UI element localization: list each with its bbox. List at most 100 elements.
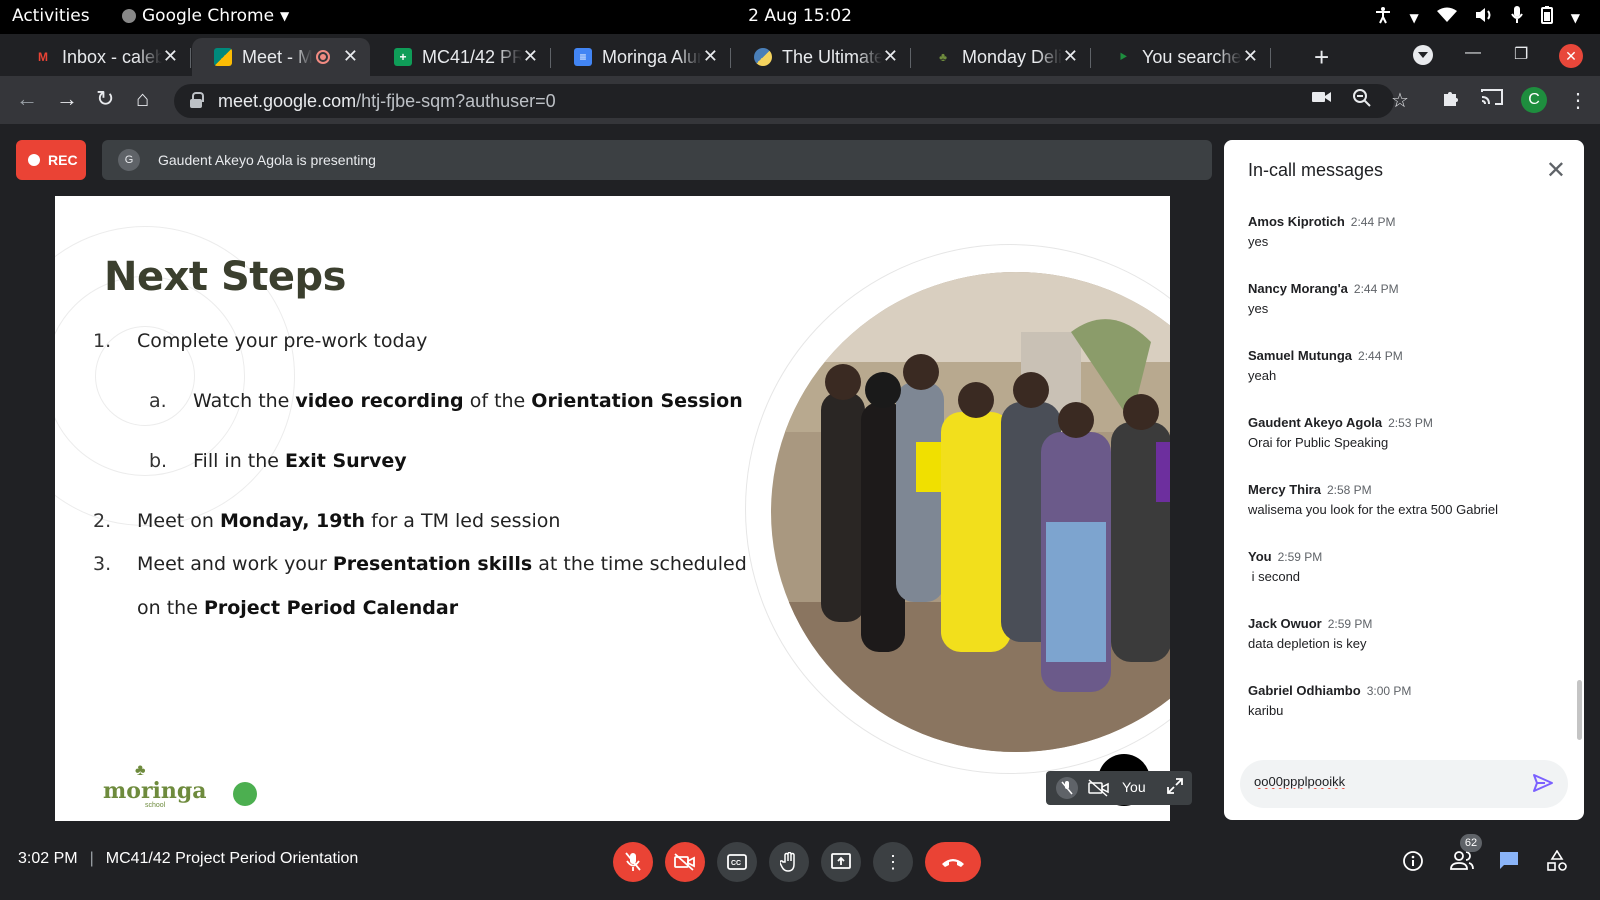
- close-icon[interactable]: ✕: [523, 46, 538, 67]
- activities-button[interactable]: [1546, 849, 1568, 878]
- activities-button[interactable]: Activities: [12, 6, 90, 26]
- more-options-button[interactable]: ⋮: [873, 842, 913, 882]
- message-time: 2:44 PM: [1358, 349, 1403, 363]
- captions-icon: CC: [727, 854, 747, 870]
- text-run: Meet on: [137, 510, 220, 532]
- camera-in-use-icon[interactable]: [1312, 88, 1332, 111]
- mic-toggle-button[interactable]: [613, 842, 653, 882]
- message-time: 2:58 PM: [1326, 483, 1372, 497]
- participants-button[interactable]: [1450, 850, 1474, 876]
- home-icon[interactable]: ⌂: [136, 86, 149, 112]
- tab-title: You searched: [1142, 46, 1242, 67]
- forward-icon[interactable]: →: [56, 86, 78, 112]
- participant-count-badge: 62: [1460, 834, 1482, 852]
- list-number: 2.: [93, 510, 112, 532]
- tab-title: MC41/42 PROJECT: [422, 46, 522, 67]
- list-item-continued: on the Project Period Calendar: [137, 597, 458, 619]
- tab-gmail[interactable]: M Inbox - caleb ✕: [12, 38, 191, 76]
- minimize-icon[interactable]: —: [1465, 44, 1481, 62]
- sheets-icon: +: [394, 48, 412, 66]
- meeting-title: MC41/42 Project Period Orientation: [105, 850, 359, 867]
- close-icon[interactable]: ✕: [703, 46, 718, 67]
- list-subitem: Watch the video recording of the Orienta…: [193, 390, 743, 412]
- self-view-tile[interactable]: You: [1046, 771, 1192, 805]
- restore-icon[interactable]: ❐: [1514, 44, 1528, 64]
- text-run: for a TM led session: [365, 510, 561, 532]
- close-icon[interactable]: ✕: [883, 46, 898, 67]
- tab-divider: [910, 48, 911, 68]
- record-dot-icon: [28, 154, 40, 166]
- back-icon[interactable]: ←: [16, 86, 38, 112]
- message-sender: Nancy Morang'a: [1248, 281, 1348, 296]
- send-icon[interactable]: [1532, 772, 1554, 794]
- bookmark-star-icon[interactable]: ☆: [1391, 88, 1409, 113]
- close-icon[interactable]: ✕: [163, 46, 178, 67]
- message-time: 2:44 PM: [1350, 215, 1396, 229]
- current-time: 3:02 PM: [18, 850, 78, 867]
- chat-message: You 2:59 PM i second: [1248, 549, 1568, 584]
- chat-message: Samuel Mutunga 2:44 PM yeah: [1248, 348, 1568, 383]
- expand-icon[interactable]: [1166, 777, 1184, 798]
- tab-divider: [550, 48, 551, 68]
- close-icon[interactable]: ✕: [343, 46, 358, 67]
- chat-scrollbar[interactable]: [1577, 680, 1582, 740]
- tab-monday[interactable]: ♣ Monday Delivery ✕: [912, 38, 1091, 76]
- chat-input-box[interactable]: [1240, 760, 1568, 808]
- chat-button[interactable]: [1498, 850, 1520, 876]
- moringa-logo-sub: school: [145, 802, 166, 809]
- tab-search[interactable]: ⯈ You searched ✕: [1092, 38, 1271, 76]
- text-bold: Orientation Session: [531, 390, 743, 412]
- camera-off-icon: [674, 853, 695, 871]
- tab-docs[interactable]: ≡ Moringa Alumni ✕: [552, 38, 731, 76]
- close-icon[interactable]: ✕: [1243, 46, 1258, 67]
- url-text[interactable]: meet.google.com/htj-fjbe-sqm?authuser=0: [218, 91, 556, 112]
- text-run: of the: [463, 390, 532, 412]
- app-menu[interactable]: Google Chrome ▼: [122, 6, 289, 26]
- text-bold: Exit Survey: [285, 450, 407, 472]
- text-bold: Presentation skills: [332, 553, 533, 575]
- url-path: /htj-fjbe-sqm?authuser=0: [356, 91, 556, 111]
- docs-icon: ≡: [574, 48, 592, 66]
- captions-button[interactable]: CC: [717, 842, 757, 882]
- present-screen-icon: [831, 853, 851, 869]
- reload-icon[interactable]: ↻: [96, 86, 114, 112]
- raise-hand-button[interactable]: [769, 842, 809, 882]
- lock-icon[interactable]: [190, 92, 204, 108]
- extensions-icon[interactable]: [1441, 88, 1461, 114]
- volume-icon: [1475, 7, 1493, 28]
- tab-python[interactable]: The Ultimate ✕: [732, 38, 911, 76]
- list-letter: b.: [149, 450, 168, 472]
- window-close-icon[interactable]: ✕: [1559, 44, 1583, 68]
- tab-strip: M Inbox - caleb ✕ Meet - MC41/42 ✕ + MC4…: [0, 34, 1600, 76]
- close-icon[interactable]: ✕: [1063, 46, 1078, 67]
- chevron-down-icon: ▼: [1570, 10, 1580, 25]
- leave-call-button[interactable]: [925, 842, 981, 882]
- system-tray[interactable]: ▼ ▼: [1374, 6, 1580, 29]
- tab-meet[interactable]: Meet - MC41/42 ✕: [192, 38, 370, 76]
- close-icon[interactable]: ✕: [1546, 156, 1566, 185]
- people-icon: [1450, 851, 1474, 870]
- tab-search-icon[interactable]: [1413, 45, 1433, 65]
- list-number: 3.: [93, 553, 112, 575]
- menu-kebab-icon[interactable]: ⋮: [1568, 88, 1588, 113]
- recording-badge[interactable]: REC: [16, 140, 86, 180]
- zoom-icon[interactable]: [1352, 88, 1372, 114]
- new-tab-icon[interactable]: +: [1314, 42, 1329, 73]
- moringa-tree-icon: ♣: [939, 50, 947, 64]
- chevron-down-icon: ▼: [280, 9, 290, 23]
- message-sender: Samuel Mutunga: [1248, 348, 1353, 363]
- message-text: yes: [1248, 301, 1269, 316]
- meeting-info-button[interactable]: [1402, 850, 1424, 878]
- list-subitem: Fill in the Exit Survey: [193, 450, 407, 472]
- accessibility-icon[interactable]: [1374, 6, 1392, 29]
- message-text: Orai for Public Speaking: [1248, 435, 1389, 450]
- tab-sheets[interactable]: + MC41/42 PROJECT ✕: [372, 38, 551, 76]
- camera-toggle-button[interactable]: [665, 842, 705, 882]
- chat-message: Gabriel Odhiambo 3:00 PM karibu: [1248, 683, 1568, 718]
- profile-avatar[interactable]: C: [1521, 87, 1547, 113]
- cast-icon[interactable]: [1481, 88, 1503, 112]
- chat-message-input[interactable]: [1254, 774, 1514, 789]
- tab-divider: [1090, 48, 1091, 68]
- present-button[interactable]: [821, 842, 861, 882]
- tab-divider: [1270, 48, 1271, 68]
